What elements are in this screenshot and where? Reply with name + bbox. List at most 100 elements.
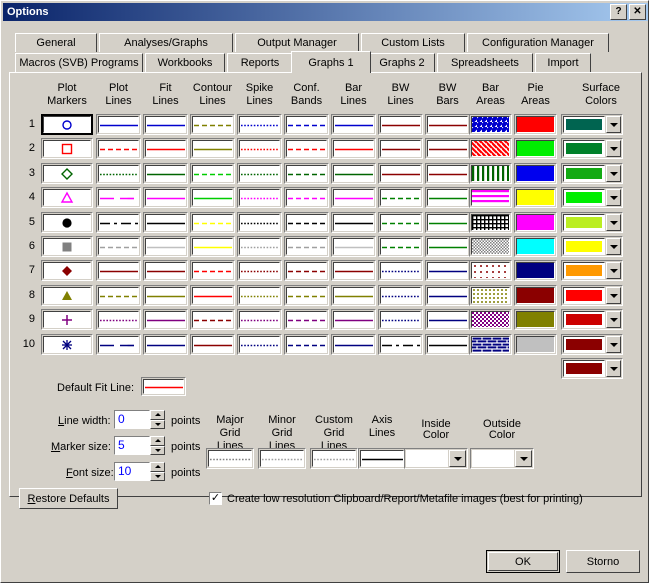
sample-cell-major[interactable] (206, 448, 254, 469)
cell-spike-lines-1[interactable] (237, 114, 282, 135)
chevron-down-icon[interactable] (606, 238, 621, 255)
cell-bw-bars-1[interactable] (425, 114, 470, 135)
cell-bw-lines-5[interactable] (378, 212, 423, 233)
cell-plot-markers-10[interactable] (41, 334, 93, 355)
cell-contour-lines-8[interactable] (190, 285, 235, 306)
cell-conf-bands-2[interactable] (284, 138, 329, 159)
cell-plot-lines-8[interactable] (96, 285, 141, 306)
cell-conf-bands-3[interactable] (284, 163, 329, 184)
cell-plot-lines-9[interactable] (96, 309, 141, 330)
tab-graphs-1[interactable]: Graphs 1 (291, 51, 371, 73)
chevron-down-icon[interactable] (606, 311, 621, 328)
sample-cell-custom[interactable] (310, 448, 358, 469)
chevron-down-icon[interactable] (606, 336, 621, 353)
cell-bar-areas-7[interactable] (469, 260, 512, 281)
chevron-down-icon[interactable] (606, 214, 621, 231)
cell-conf-bands-8[interactable] (284, 285, 329, 306)
sample-cell-minor[interactable] (258, 448, 306, 469)
stepper-down-icon[interactable] (150, 472, 165, 482)
chevron-down-icon[interactable] (606, 189, 621, 206)
tab-analyses-graphs[interactable]: Analyses/Graphs (99, 33, 233, 52)
cell-conf-bands-4[interactable] (284, 187, 329, 208)
cell-plot-markers-7[interactable] (41, 260, 93, 281)
cell-bw-lines-7[interactable] (378, 260, 423, 281)
chevron-down-icon[interactable] (606, 165, 621, 182)
cell-fit-lines-7[interactable] (143, 260, 188, 281)
cell-bar-areas-2[interactable] (469, 138, 512, 159)
sample-cell-axis[interactable] (358, 448, 406, 469)
cell-plot-lines-1[interactable] (96, 114, 141, 135)
cell-pie-areas-3[interactable] (514, 163, 557, 184)
cell-pie-areas-10[interactable] (514, 334, 557, 355)
cell-bar-areas-4[interactable] (469, 187, 512, 208)
cell-plot-lines-2[interactable] (96, 138, 141, 159)
cell-conf-bands-6[interactable] (284, 236, 329, 257)
cell-bar-lines-3[interactable] (331, 163, 376, 184)
cell-bw-bars-8[interactable] (425, 285, 470, 306)
line-width-input[interactable]: 0 (114, 410, 150, 429)
cell-bw-lines-8[interactable] (378, 285, 423, 306)
tab-configuration-manager[interactable]: Configuration Manager (467, 33, 609, 52)
chevron-down-icon[interactable] (606, 360, 621, 377)
chevron-down-icon[interactable] (606, 287, 621, 304)
cell-pie-areas-8[interactable] (514, 285, 557, 306)
cell-bar-lines-5[interactable] (331, 212, 376, 233)
cell-bar-lines-2[interactable] (331, 138, 376, 159)
surface-color-combo-10[interactable] (561, 334, 623, 355)
cell-bar-areas-3[interactable] (469, 163, 512, 184)
tab-output-manager[interactable]: Output Manager (235, 33, 359, 52)
surface-color-combo-9[interactable] (561, 309, 623, 330)
cell-bar-lines-7[interactable] (331, 260, 376, 281)
cell-plot-markers-8[interactable] (41, 285, 93, 306)
cell-plot-lines-10[interactable] (96, 334, 141, 355)
cell-plot-markers-4[interactable] (41, 187, 93, 208)
cell-bw-lines-4[interactable] (378, 187, 423, 208)
close-icon[interactable]: ✕ (629, 4, 646, 20)
surface-color-combo-1[interactable] (561, 114, 623, 135)
chevron-down-icon[interactable] (606, 116, 621, 133)
cell-bar-areas-8[interactable] (469, 285, 512, 306)
cell-contour-lines-7[interactable] (190, 260, 235, 281)
cell-bw-bars-5[interactable] (425, 212, 470, 233)
font-size-stepper[interactable] (150, 462, 165, 481)
cell-conf-bands-10[interactable] (284, 334, 329, 355)
inside-color-combo[interactable] (404, 448, 468, 469)
cell-pie-areas-5[interactable] (514, 212, 557, 233)
cell-contour-lines-2[interactable] (190, 138, 235, 159)
cell-plot-markers-5[interactable] (41, 212, 93, 233)
default-fit-line-sample[interactable] (141, 377, 186, 396)
cell-pie-areas-7[interactable] (514, 260, 557, 281)
cell-conf-bands-7[interactable] (284, 260, 329, 281)
cell-bw-bars-9[interactable] (425, 309, 470, 330)
cell-spike-lines-3[interactable] (237, 163, 282, 184)
cell-spike-lines-4[interactable] (237, 187, 282, 208)
stepper-down-icon[interactable] (150, 446, 165, 456)
cell-contour-lines-10[interactable] (190, 334, 235, 355)
cell-spike-lines-8[interactable] (237, 285, 282, 306)
surface-color-combo-4[interactable] (561, 187, 623, 208)
cell-plot-lines-5[interactable] (96, 212, 141, 233)
tab-general[interactable]: General (15, 33, 97, 52)
cell-conf-bands-9[interactable] (284, 309, 329, 330)
surface-color-combo-3[interactable] (561, 163, 623, 184)
cell-bar-lines-8[interactable] (331, 285, 376, 306)
cell-bar-lines-1[interactable] (331, 114, 376, 135)
surface-color-combo-2[interactable] (561, 138, 623, 159)
cell-contour-lines-4[interactable] (190, 187, 235, 208)
marker-size-stepper[interactable] (150, 436, 165, 455)
chevron-down-icon[interactable] (606, 262, 621, 279)
cell-fit-lines-1[interactable] (143, 114, 188, 135)
stepper-up-icon[interactable] (150, 410, 165, 420)
tab-macros-svb-programs[interactable]: Macros (SVB) Programs (15, 53, 143, 72)
cell-bw-bars-4[interactable] (425, 187, 470, 208)
cell-bw-bars-3[interactable] (425, 163, 470, 184)
cell-plot-markers-2[interactable] (41, 138, 93, 159)
cell-fit-lines-2[interactable] (143, 138, 188, 159)
cell-fit-lines-6[interactable] (143, 236, 188, 257)
cell-bw-lines-2[interactable] (378, 138, 423, 159)
cell-bar-areas-1[interactable] (469, 114, 512, 135)
cell-bw-bars-6[interactable] (425, 236, 470, 257)
cell-bar-areas-9[interactable] (469, 309, 512, 330)
cell-bar-areas-5[interactable] (469, 212, 512, 233)
surface-color-combo-6[interactable] (561, 236, 623, 257)
